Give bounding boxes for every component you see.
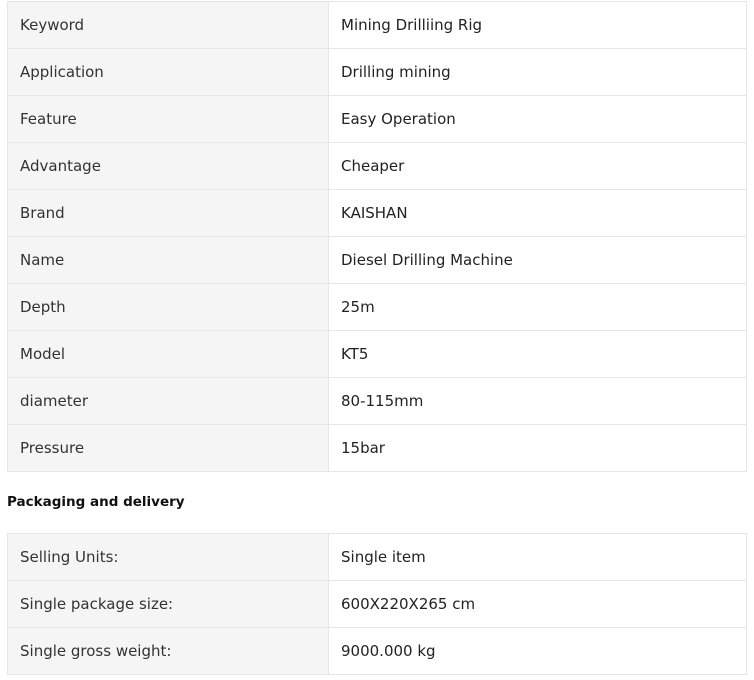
spec-key: diameter <box>7 377 329 425</box>
spec-key: Feature <box>7 95 329 143</box>
packaging-section-title: Packaging and delivery <box>7 494 185 510</box>
table-row: Keyword Mining Drilliing Rig <box>7 1 747 49</box>
spec-key: Pressure <box>7 424 329 472</box>
table-row: Pressure 15bar <box>7 424 747 472</box>
packaging-key: Selling Units: <box>7 533 329 581</box>
table-row: Single gross weight: 9000.000 kg <box>7 627 747 675</box>
spec-key: Depth <box>7 283 329 331</box>
spec-value: Cheaper <box>328 142 747 190</box>
packaging-key: Single gross weight: <box>7 627 329 675</box>
spec-value: Mining Drilliing Rig <box>328 1 747 49</box>
table-row: Single package size: 600X220X265 cm <box>7 580 747 628</box>
table-row: Model KT5 <box>7 330 747 378</box>
packaging-value: 600X220X265 cm <box>328 580 747 628</box>
packaging-key: Single package size: <box>7 580 329 628</box>
spec-key: Application <box>7 48 329 96</box>
table-row: Selling Units: Single item <box>7 533 747 581</box>
packaging-table: Selling Units: Single item Single packag… <box>7 533 747 675</box>
spec-value: 15bar <box>328 424 747 472</box>
specifications-table: Keyword Mining Drilliing Rig Application… <box>7 1 747 472</box>
table-row: Application Drilling mining <box>7 48 747 96</box>
spec-key: Brand <box>7 189 329 237</box>
spec-value: Diesel Drilling Machine <box>328 236 747 284</box>
packaging-value: Single item <box>328 533 747 581</box>
spec-value: Easy Operation <box>328 95 747 143</box>
table-row: Brand KAISHAN <box>7 189 747 237</box>
table-row: Depth 25m <box>7 283 747 331</box>
table-row: diameter 80-115mm <box>7 377 747 425</box>
spec-key: Advantage <box>7 142 329 190</box>
spec-value: 80-115mm <box>328 377 747 425</box>
spec-value: KAISHAN <box>328 189 747 237</box>
spec-key: Keyword <box>7 1 329 49</box>
table-row: Advantage Cheaper <box>7 142 747 190</box>
spec-value: Drilling mining <box>328 48 747 96</box>
spec-key: Model <box>7 330 329 378</box>
table-row: Name Diesel Drilling Machine <box>7 236 747 284</box>
packaging-value: 9000.000 kg <box>328 627 747 675</box>
spec-key: Name <box>7 236 329 284</box>
table-row: Feature Easy Operation <box>7 95 747 143</box>
spec-value: 25m <box>328 283 747 331</box>
spec-value: KT5 <box>328 330 747 378</box>
